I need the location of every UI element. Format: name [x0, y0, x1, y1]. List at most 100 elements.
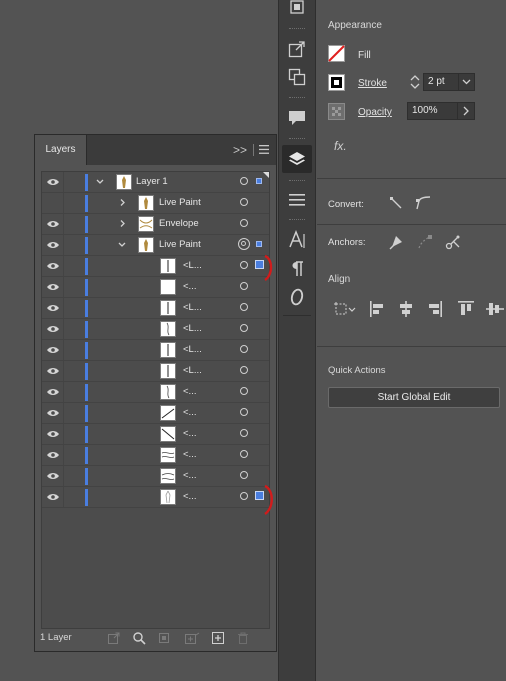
sublayer-row[interactable]: <L... — [42, 298, 269, 319]
hamburger-menu-icon[interactable] — [259, 145, 269, 154]
paragraph-icon[interactable] — [287, 259, 307, 279]
eye-icon[interactable] — [46, 445, 60, 465]
sublayer-row[interactable]: <... — [42, 466, 269, 487]
start-global-edit-button[interactable]: Start Global Edit — [328, 387, 500, 408]
layer-name[interactable]: <... — [183, 445, 196, 465]
eye-icon[interactable] — [46, 466, 60, 486]
sublayer-row[interactable]: Live Paint — [42, 193, 269, 214]
pen-add-anchor-icon[interactable] — [388, 233, 406, 251]
chevron-down-icon[interactable] — [95, 172, 105, 192]
target-circle-icon[interactable] — [240, 450, 248, 458]
layer-name[interactable]: <... — [183, 487, 196, 507]
fx-button[interactable]: fx. — [334, 139, 347, 153]
target-circle-icon[interactable] — [240, 177, 248, 185]
opacity-input[interactable]: 100% — [407, 102, 458, 120]
layer-name[interactable]: <... — [183, 466, 196, 486]
eye-icon[interactable] — [46, 277, 60, 297]
layer-name[interactable]: Layer 1 — [136, 172, 168, 192]
sublayer-row[interactable]: <... — [42, 487, 269, 508]
eye-icon[interactable] — [46, 424, 60, 444]
convert-smooth-icon[interactable] — [414, 195, 432, 211]
layer-name[interactable]: Envelope — [159, 214, 199, 234]
search-icon[interactable] — [132, 631, 146, 645]
eye-icon[interactable] — [46, 487, 60, 507]
align-center-h-icon[interactable] — [398, 300, 414, 318]
layer-name[interactable]: <L... — [183, 361, 202, 381]
opacity-arrow[interactable] — [457, 102, 475, 120]
align-top-icon[interactable] — [457, 300, 475, 318]
layer-name[interactable]: <... — [183, 382, 196, 402]
double-chevron-right-icon[interactable]: >> — [233, 135, 247, 165]
character-icon[interactable] — [287, 230, 307, 250]
anchor-cut-icon[interactable] — [444, 233, 462, 251]
sublayer-row[interactable]: <L... — [42, 319, 269, 340]
target-circle-icon[interactable] — [240, 261, 248, 269]
target-circle-icon[interactable] — [240, 345, 248, 353]
sublayer-row[interactable]: <... — [42, 445, 269, 466]
align-left-icon[interactable] — [369, 300, 385, 318]
new-layer-icon[interactable] — [211, 631, 225, 645]
selection-indicator[interactable] — [256, 178, 262, 184]
panel-grip[interactable] — [289, 97, 305, 100]
target-circle-icon[interactable] — [240, 324, 248, 332]
align-center-v-icon[interactable] — [485, 300, 505, 318]
eye-icon[interactable] — [46, 319, 60, 339]
layers-icon[interactable] — [287, 149, 307, 169]
layer-name[interactable]: <L... — [183, 319, 202, 339]
chevron-right-icon[interactable] — [117, 214, 127, 234]
stroke-weight-dropdown[interactable] — [458, 73, 475, 91]
target-circle-icon[interactable] — [240, 303, 248, 311]
copy-icon[interactable] — [287, 67, 307, 87]
layer-name[interactable]: <... — [183, 424, 196, 444]
panel-grip[interactable] — [289, 28, 305, 31]
opacity-label[interactable]: Opacity — [358, 107, 392, 118]
target-circle-icon[interactable] — [240, 429, 248, 437]
sublayer-row[interactable]: <... — [42, 424, 269, 445]
target-circle-icon[interactable] — [240, 492, 248, 500]
export-icon[interactable] — [107, 631, 121, 645]
layer-name[interactable]: <... — [183, 403, 196, 423]
fill-label[interactable]: Fill — [358, 50, 371, 61]
chevron-right-icon[interactable] — [117, 193, 127, 213]
eye-icon[interactable] — [46, 361, 60, 381]
layer-name[interactable]: <L... — [183, 298, 202, 318]
sublayer-row[interactable]: <... — [42, 277, 269, 298]
external-link-icon[interactable] — [287, 40, 307, 60]
chevron-down-icon[interactable] — [117, 235, 127, 255]
sublayer-row[interactable]: <L... — [42, 256, 269, 277]
sublayer-row[interactable]: <... — [42, 403, 269, 424]
panel-grip[interactable] — [289, 138, 305, 141]
eye-icon[interactable] — [46, 298, 60, 318]
eye-icon[interactable] — [46, 235, 60, 255]
layer-name[interactable]: <L... — [183, 340, 202, 360]
layer-name[interactable]: Live Paint — [159, 193, 201, 213]
target-circle-icon[interactable] — [240, 282, 248, 290]
opentype-icon[interactable] — [287, 287, 307, 307]
artboard-export-icon[interactable] — [287, 0, 307, 20]
eye-icon[interactable] — [46, 382, 60, 402]
fill-none-swatch[interactable] — [328, 45, 345, 62]
sublayer-row[interactable]: <L... — [42, 340, 269, 361]
trash-icon[interactable] — [236, 631, 250, 645]
stroke-label[interactable]: Stroke — [358, 78, 387, 89]
tab-layers[interactable]: Layers — [35, 135, 87, 165]
target-circle-icon[interactable] — [240, 366, 248, 374]
anchor-remove-icon[interactable] — [416, 233, 434, 251]
panel-grip[interactable] — [289, 219, 305, 222]
eye-icon[interactable] — [46, 403, 60, 423]
target-circle-icon[interactable] — [238, 238, 250, 250]
eye-icon[interactable] — [46, 256, 60, 276]
sublayer-row[interactable]: Live Paint — [42, 235, 269, 256]
eye-icon[interactable] — [46, 214, 60, 234]
stroke-swatch[interactable] — [328, 74, 345, 91]
eye-icon[interactable] — [46, 340, 60, 360]
layer-name[interactable]: <L... — [183, 256, 202, 276]
convert-corner-icon[interactable] — [388, 195, 404, 211]
sublayer-row[interactable]: Envelope — [42, 214, 269, 235]
align-right-icon[interactable] — [427, 300, 443, 318]
target-circle-icon[interactable] — [240, 471, 248, 479]
clipping-mask-icon[interactable] — [157, 631, 171, 645]
eye-icon[interactable] — [46, 193, 60, 213]
layer-name[interactable]: Live Paint — [159, 235, 201, 255]
stroke-stepper-icon[interactable] — [409, 73, 421, 91]
